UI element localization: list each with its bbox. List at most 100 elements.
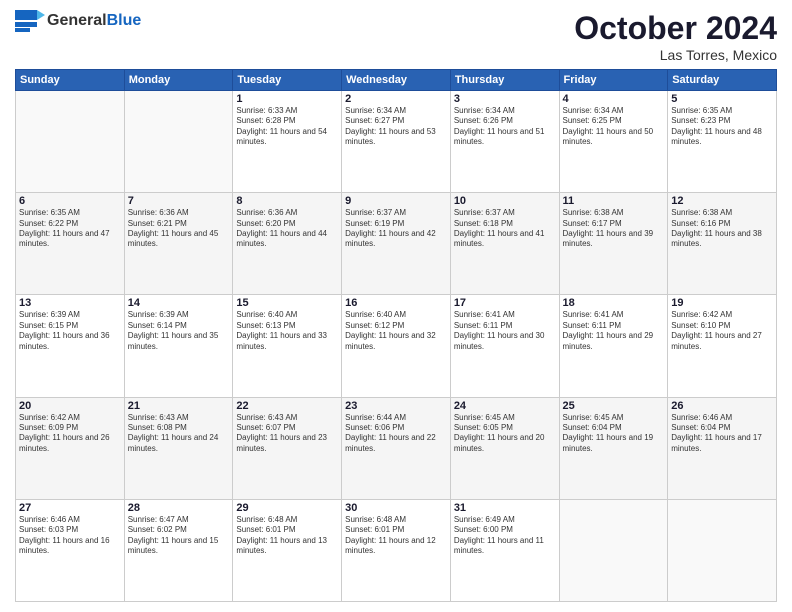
day-number: 13 xyxy=(19,297,121,309)
day-number: 22 xyxy=(236,400,338,412)
day-cell: 12Sunrise: 6:38 AM Sunset: 6:16 PM Dayli… xyxy=(668,193,777,295)
day-info: Sunrise: 6:35 AM Sunset: 6:22 PM Dayligh… xyxy=(19,208,121,250)
day-info: Sunrise: 6:36 AM Sunset: 6:21 PM Dayligh… xyxy=(128,208,230,250)
day-cell: 19Sunrise: 6:42 AM Sunset: 6:10 PM Dayli… xyxy=(668,295,777,397)
day-number: 7 xyxy=(128,195,230,207)
month-title: October 2024 xyxy=(574,10,777,47)
day-cell: 20Sunrise: 6:42 AM Sunset: 6:09 PM Dayli… xyxy=(16,397,125,499)
day-cell: 3Sunrise: 6:34 AM Sunset: 6:26 PM Daylig… xyxy=(450,91,559,193)
day-info: Sunrise: 6:48 AM Sunset: 6:01 PM Dayligh… xyxy=(236,515,338,557)
day-cell: 15Sunrise: 6:40 AM Sunset: 6:13 PM Dayli… xyxy=(233,295,342,397)
day-cell: 22Sunrise: 6:43 AM Sunset: 6:07 PM Dayli… xyxy=(233,397,342,499)
day-number: 12 xyxy=(671,195,773,207)
day-info: Sunrise: 6:39 AM Sunset: 6:14 PM Dayligh… xyxy=(128,310,230,352)
day-info: Sunrise: 6:34 AM Sunset: 6:25 PM Dayligh… xyxy=(563,106,665,148)
day-cell: 2Sunrise: 6:34 AM Sunset: 6:27 PM Daylig… xyxy=(342,91,451,193)
day-info: Sunrise: 6:33 AM Sunset: 6:28 PM Dayligh… xyxy=(236,106,338,148)
day-cell xyxy=(668,499,777,601)
day-number: 29 xyxy=(236,502,338,514)
day-number: 4 xyxy=(563,93,665,105)
day-number: 15 xyxy=(236,297,338,309)
day-number: 25 xyxy=(563,400,665,412)
day-cell: 14Sunrise: 6:39 AM Sunset: 6:14 PM Dayli… xyxy=(124,295,233,397)
title-section: October 2024 Las Torres, Mexico xyxy=(574,10,777,63)
day-info: Sunrise: 6:43 AM Sunset: 6:07 PM Dayligh… xyxy=(236,413,338,455)
day-cell: 21Sunrise: 6:43 AM Sunset: 6:08 PM Dayli… xyxy=(124,397,233,499)
day-cell: 1Sunrise: 6:33 AM Sunset: 6:28 PM Daylig… xyxy=(233,91,342,193)
day-cell: 30Sunrise: 6:48 AM Sunset: 6:01 PM Dayli… xyxy=(342,499,451,601)
logo-general: General xyxy=(47,12,107,29)
day-cell: 6Sunrise: 6:35 AM Sunset: 6:22 PM Daylig… xyxy=(16,193,125,295)
day-cell: 18Sunrise: 6:41 AM Sunset: 6:11 PM Dayli… xyxy=(559,295,668,397)
day-info: Sunrise: 6:45 AM Sunset: 6:04 PM Dayligh… xyxy=(563,413,665,455)
day-info: Sunrise: 6:38 AM Sunset: 6:16 PM Dayligh… xyxy=(671,208,773,250)
day-cell: 24Sunrise: 6:45 AM Sunset: 6:05 PM Dayli… xyxy=(450,397,559,499)
calendar-table: SundayMondayTuesdayWednesdayThursdayFrid… xyxy=(15,69,777,602)
day-cell xyxy=(124,91,233,193)
day-header-friday: Friday xyxy=(559,70,668,91)
day-cell: 9Sunrise: 6:37 AM Sunset: 6:19 PM Daylig… xyxy=(342,193,451,295)
day-cell: 26Sunrise: 6:46 AM Sunset: 6:04 PM Dayli… xyxy=(668,397,777,499)
day-header-sunday: Sunday xyxy=(16,70,125,91)
day-info: Sunrise: 6:41 AM Sunset: 6:11 PM Dayligh… xyxy=(563,310,665,352)
week-row-5: 27Sunrise: 6:46 AM Sunset: 6:03 PM Dayli… xyxy=(16,499,777,601)
day-header-saturday: Saturday xyxy=(668,70,777,91)
day-number: 20 xyxy=(19,400,121,412)
day-cell xyxy=(16,91,125,193)
day-info: Sunrise: 6:39 AM Sunset: 6:15 PM Dayligh… xyxy=(19,310,121,352)
day-number: 17 xyxy=(454,297,556,309)
week-row-1: 1Sunrise: 6:33 AM Sunset: 6:28 PM Daylig… xyxy=(16,91,777,193)
week-row-3: 13Sunrise: 6:39 AM Sunset: 6:15 PM Dayli… xyxy=(16,295,777,397)
logo: GeneralBlue xyxy=(15,10,141,32)
day-info: Sunrise: 6:41 AM Sunset: 6:11 PM Dayligh… xyxy=(454,310,556,352)
week-row-4: 20Sunrise: 6:42 AM Sunset: 6:09 PM Dayli… xyxy=(16,397,777,499)
day-info: Sunrise: 6:40 AM Sunset: 6:13 PM Dayligh… xyxy=(236,310,338,352)
day-number: 28 xyxy=(128,502,230,514)
day-info: Sunrise: 6:43 AM Sunset: 6:08 PM Dayligh… xyxy=(128,413,230,455)
day-cell: 31Sunrise: 6:49 AM Sunset: 6:00 PM Dayli… xyxy=(450,499,559,601)
day-header-tuesday: Tuesday xyxy=(233,70,342,91)
day-cell: 16Sunrise: 6:40 AM Sunset: 6:12 PM Dayli… xyxy=(342,295,451,397)
day-cell: 8Sunrise: 6:36 AM Sunset: 6:20 PM Daylig… xyxy=(233,193,342,295)
day-info: Sunrise: 6:36 AM Sunset: 6:20 PM Dayligh… xyxy=(236,208,338,250)
day-cell: 29Sunrise: 6:48 AM Sunset: 6:01 PM Dayli… xyxy=(233,499,342,601)
day-number: 26 xyxy=(671,400,773,412)
day-number: 1 xyxy=(236,93,338,105)
day-cell: 7Sunrise: 6:36 AM Sunset: 6:21 PM Daylig… xyxy=(124,193,233,295)
logo-blue: Blue xyxy=(107,12,142,29)
day-number: 14 xyxy=(128,297,230,309)
day-info: Sunrise: 6:49 AM Sunset: 6:00 PM Dayligh… xyxy=(454,515,556,557)
day-cell: 4Sunrise: 6:34 AM Sunset: 6:25 PM Daylig… xyxy=(559,91,668,193)
day-number: 24 xyxy=(454,400,556,412)
header: GeneralBlue October 2024 Las Torres, Mex… xyxy=(15,10,777,63)
day-cell: 28Sunrise: 6:47 AM Sunset: 6:02 PM Dayli… xyxy=(124,499,233,601)
day-info: Sunrise: 6:38 AM Sunset: 6:17 PM Dayligh… xyxy=(563,208,665,250)
day-number: 23 xyxy=(345,400,447,412)
day-number: 11 xyxy=(563,195,665,207)
day-number: 5 xyxy=(671,93,773,105)
day-info: Sunrise: 6:46 AM Sunset: 6:03 PM Dayligh… xyxy=(19,515,121,557)
day-info: Sunrise: 6:45 AM Sunset: 6:05 PM Dayligh… xyxy=(454,413,556,455)
day-info: Sunrise: 6:37 AM Sunset: 6:18 PM Dayligh… xyxy=(454,208,556,250)
day-info: Sunrise: 6:35 AM Sunset: 6:23 PM Dayligh… xyxy=(671,106,773,148)
day-cell: 13Sunrise: 6:39 AM Sunset: 6:15 PM Dayli… xyxy=(16,295,125,397)
day-cell: 27Sunrise: 6:46 AM Sunset: 6:03 PM Dayli… xyxy=(16,499,125,601)
day-number: 31 xyxy=(454,502,556,514)
day-cell: 10Sunrise: 6:37 AM Sunset: 6:18 PM Dayli… xyxy=(450,193,559,295)
day-cell xyxy=(559,499,668,601)
day-cell: 5Sunrise: 6:35 AM Sunset: 6:23 PM Daylig… xyxy=(668,91,777,193)
day-header-thursday: Thursday xyxy=(450,70,559,91)
day-cell: 23Sunrise: 6:44 AM Sunset: 6:06 PM Dayli… xyxy=(342,397,451,499)
day-header-monday: Monday xyxy=(124,70,233,91)
day-cell: 25Sunrise: 6:45 AM Sunset: 6:04 PM Dayli… xyxy=(559,397,668,499)
logo-icon xyxy=(15,10,45,32)
logo-text: GeneralBlue xyxy=(47,12,141,30)
day-cell: 17Sunrise: 6:41 AM Sunset: 6:11 PM Dayli… xyxy=(450,295,559,397)
day-number: 18 xyxy=(563,297,665,309)
day-info: Sunrise: 6:44 AM Sunset: 6:06 PM Dayligh… xyxy=(345,413,447,455)
day-number: 21 xyxy=(128,400,230,412)
day-header-wednesday: Wednesday xyxy=(342,70,451,91)
day-number: 2 xyxy=(345,93,447,105)
day-info: Sunrise: 6:42 AM Sunset: 6:09 PM Dayligh… xyxy=(19,413,121,455)
day-info: Sunrise: 6:40 AM Sunset: 6:12 PM Dayligh… xyxy=(345,310,447,352)
